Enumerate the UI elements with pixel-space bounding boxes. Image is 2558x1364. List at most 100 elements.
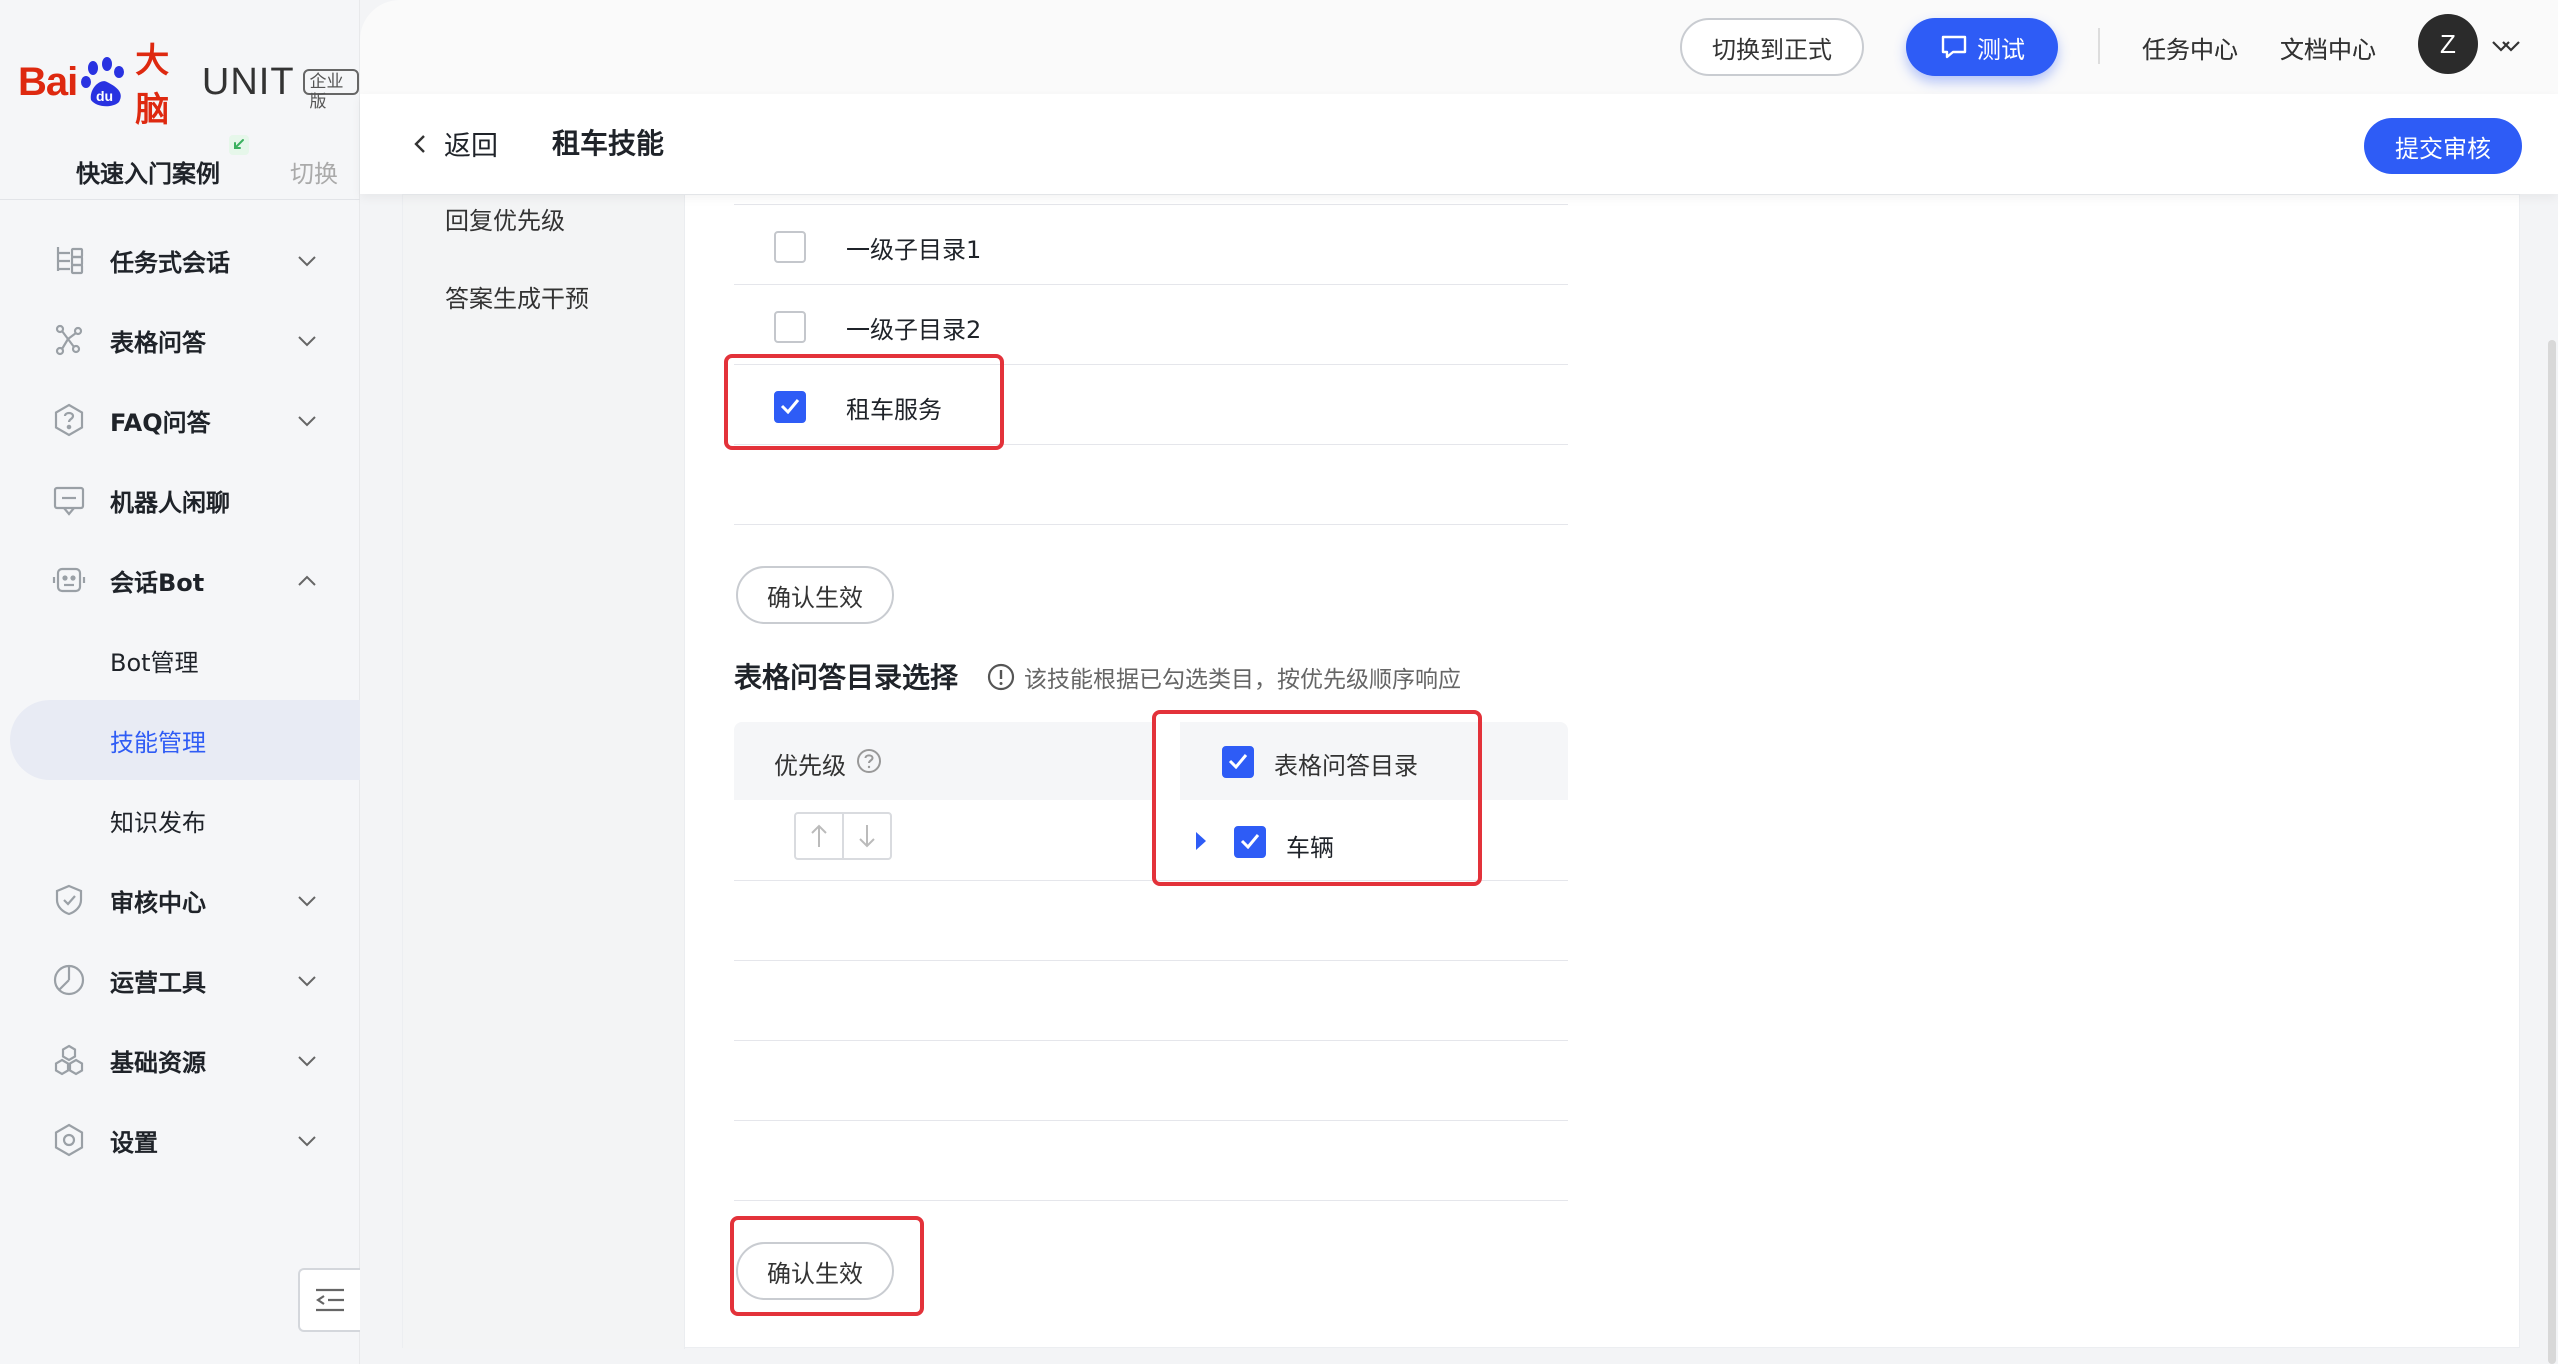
user-avatar[interactable]: Z <box>2418 14 2478 74</box>
edition-badge: 企业版 <box>302 69 359 112</box>
highlight-box <box>730 1216 924 1316</box>
hexagons-icon <box>52 1043 86 1077</box>
nav-skill-manage[interactable]: 技能管理 <box>10 700 360 780</box>
nav-knowledge-publish[interactable]: 知识发布 <box>0 780 360 860</box>
hint-text: 该技能根据已勾选类目，按优先级顺序响应 <box>1024 667 1461 693</box>
nav-label: 任务式会话 <box>110 248 230 277</box>
logo-cn-text: 大脑 <box>135 41 170 130</box>
arrow-up-icon <box>811 824 827 847</box>
arrow-down-icon <box>859 825 875 848</box>
nav-table-qa[interactable]: 表格问答 <box>0 300 360 380</box>
chevron-down-icon[interactable] <box>2490 38 2512 57</box>
chevron-down-icon <box>296 1133 318 1147</box>
info-circle-icon <box>987 663 1015 691</box>
dir-label: 一级子目录1 <box>846 236 982 264</box>
highlight-box <box>724 354 1004 450</box>
chevron-left-icon <box>414 134 425 153</box>
nav-settings[interactable]: 设置 <box>0 1100 360 1180</box>
nav-conversation-bot[interactable]: 会话Bot <box>0 540 360 620</box>
nav-label: 表格问答 <box>110 328 206 357</box>
row-divider <box>734 524 1568 525</box>
logo-du-text: du <box>96 88 113 104</box>
help-circle-icon[interactable] <box>856 748 882 778</box>
table-qa-section-title: 表格问答目录选择 <box>734 661 959 694</box>
gear-icon <box>52 1123 86 1157</box>
nav-task-dialog[interactable]: 任务式会话 <box>0 220 360 300</box>
shield-check-icon <box>52 883 86 917</box>
chat-icon <box>1941 35 1967 59</box>
collapse-icon <box>316 1288 344 1312</box>
nav-label: Bot管理 <box>110 648 199 677</box>
task-center-link[interactable]: 任务中心 <box>2142 30 2238 65</box>
pie-chart-icon <box>52 963 86 997</box>
graph-nodes-icon <box>52 323 86 357</box>
header-divider <box>2098 28 2100 64</box>
chevron-down-icon <box>296 893 318 907</box>
row-divider <box>734 284 1568 285</box>
chevron-down-icon <box>296 413 318 427</box>
back-label: 返回 <box>444 131 498 162</box>
case-selector[interactable]: 快速入门案例 切换 <box>0 135 360 200</box>
back-button[interactable]: 返回 <box>410 124 498 163</box>
answer-intervention-link[interactable]: 答案生成干预 <box>445 279 589 314</box>
page-title: 租车技能 <box>552 127 665 160</box>
nav-label: 设置 <box>110 1128 158 1157</box>
nav-label: 知识发布 <box>110 808 206 837</box>
row-divider <box>734 204 1568 205</box>
logo-unit-text: UNIT <box>201 60 295 103</box>
checkbox-dir-2[interactable] <box>774 311 806 343</box>
case-link-icon <box>228 134 250 160</box>
page-header: 返回 租车技能 提交审核 <box>360 94 2558 194</box>
case-name: 快速入门案例 <box>76 160 220 188</box>
nav-label: 机器人闲聊 <box>110 488 230 517</box>
nav-ops-tools[interactable]: 运营工具 <box>0 940 360 1020</box>
doc-center-link[interactable]: 文档中心 <box>2280 30 2376 65</box>
nav-label: 会话Bot <box>110 568 205 597</box>
page-scrollbar[interactable] <box>2548 340 2556 1364</box>
nav-label: 基础资源 <box>110 1048 206 1077</box>
move-down-button[interactable] <box>844 814 890 858</box>
nav-label: 技能管理 <box>110 728 206 757</box>
nav-bot-manage[interactable]: Bot管理 <box>0 620 360 700</box>
question-hexagon-icon <box>52 403 86 437</box>
row-divider <box>734 1120 1568 1121</box>
row-divider <box>734 1040 1568 1041</box>
nav-label: 运营工具 <box>110 968 206 997</box>
chevron-down-icon <box>296 333 318 347</box>
test-button-label: 测试 <box>1977 35 2025 64</box>
chevron-up-icon <box>296 573 318 587</box>
chevron-down-icon <box>296 1053 318 1067</box>
priority-sort-buttons <box>794 812 892 860</box>
nav-audit-center[interactable]: 审核中心 <box>0 860 360 940</box>
reply-priority-link[interactable]: 回复优先级 <box>445 201 565 236</box>
task-tree-icon <box>52 243 86 277</box>
nav-faq[interactable]: FAQ问答 <box>0 380 360 460</box>
test-button[interactable]: 测试 <box>1906 18 2058 76</box>
row-divider <box>734 1200 1568 1201</box>
logo-bai-text: Bai <box>18 59 78 104</box>
chevron-down-icon <box>296 253 318 267</box>
table-qa-hint: 该技能根据已勾选类目，按优先级顺序响应 <box>986 660 1461 694</box>
move-up-button[interactable] <box>796 814 844 858</box>
submit-review-button[interactable]: 提交审核 <box>2364 118 2522 174</box>
collapse-sidebar-button[interactable] <box>298 1268 360 1332</box>
baidu-unit-logo[interactable]: Bai du 大脑 UNIT 企业版 <box>18 41 359 130</box>
nav-label: FAQ问答 <box>110 408 211 437</box>
chat-bubble-icon <box>52 483 86 517</box>
nav-base-resources[interactable]: 基础资源 <box>0 1020 360 1100</box>
dir-label: 一级子目录2 <box>846 316 982 344</box>
priority-column-header: 优先级 <box>774 752 846 780</box>
row-divider <box>734 960 1568 961</box>
nav-label: 审核中心 <box>110 888 206 917</box>
switch-to-formal-button[interactable]: 切换到正式 <box>1680 18 1864 76</box>
highlight-box <box>1152 710 1482 886</box>
settings-side-nav: 回复优先级 答案生成干预 <box>403 195 685 1349</box>
baidu-paw-icon: du <box>79 56 131 108</box>
confirm-faq-button[interactable]: 确认生效 <box>736 566 894 624</box>
robot-icon <box>52 563 86 597</box>
nav-chitchat[interactable]: 机器人闲聊 <box>0 460 360 540</box>
case-switch-link[interactable]: 切换 <box>290 154 338 189</box>
checkbox-dir-1[interactable] <box>774 231 806 263</box>
chevron-down-icon <box>296 973 318 987</box>
sidebar: Bai du 大脑 UNIT 企业版 快速入门案例 切换 任务式会话 表格问答 … <box>0 0 360 1364</box>
